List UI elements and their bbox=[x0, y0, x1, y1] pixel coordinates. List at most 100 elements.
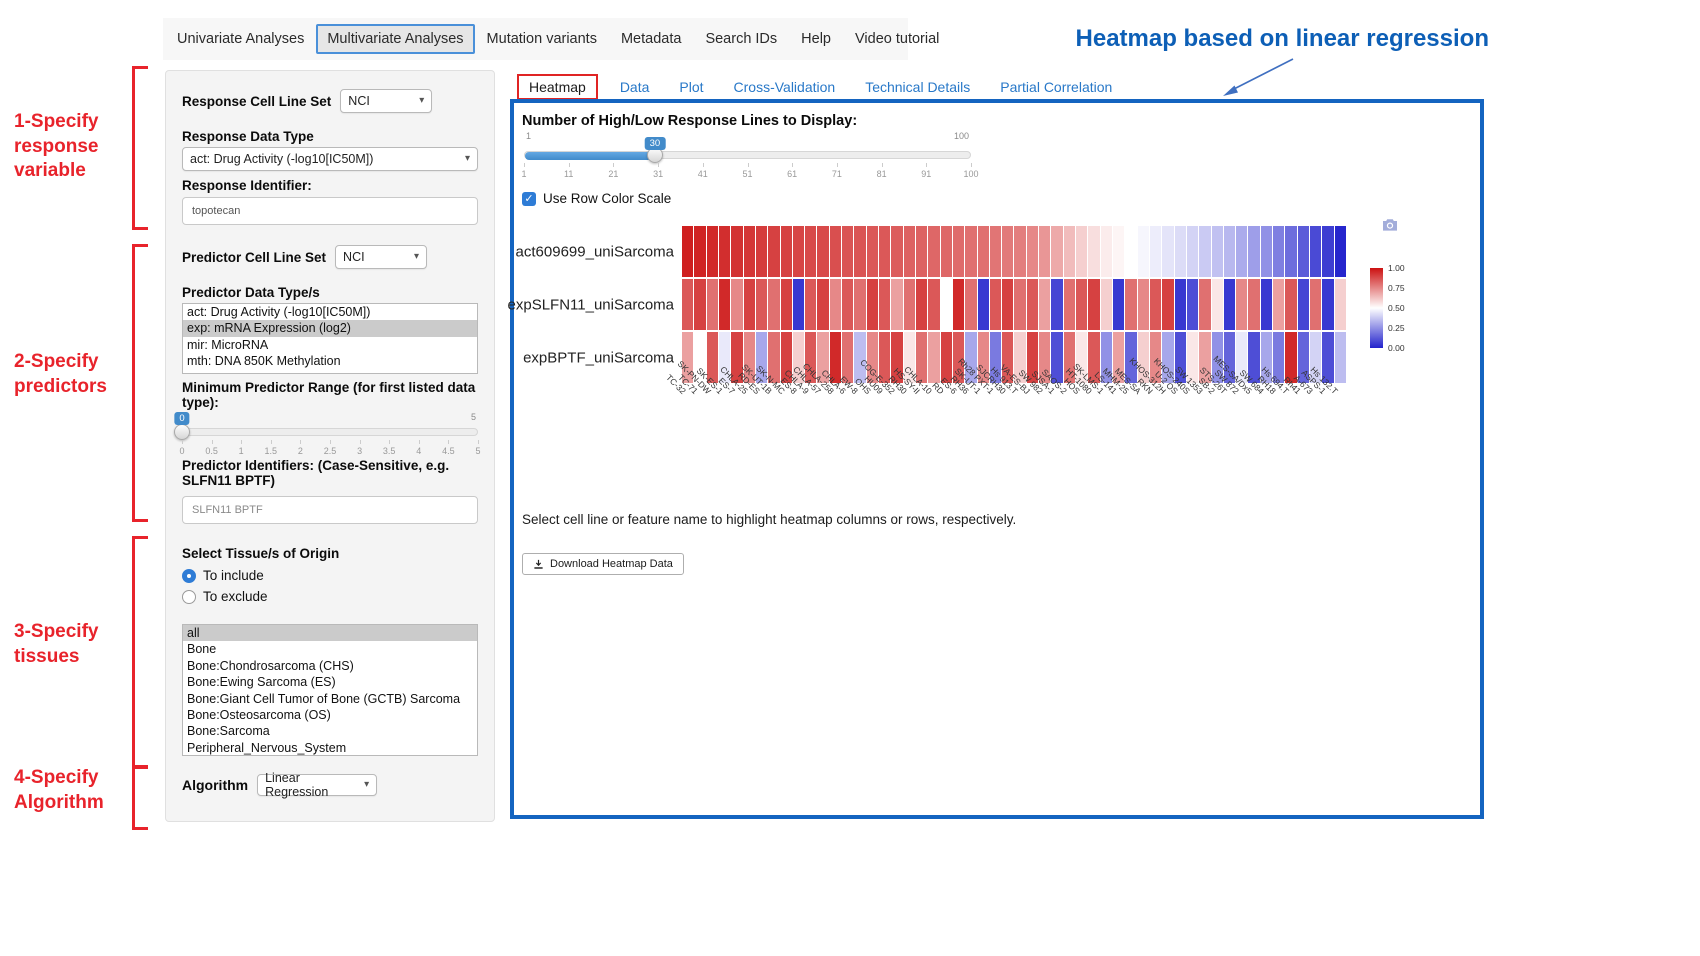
heatmap-cell[interactable] bbox=[941, 226, 952, 277]
nav-item-multivariate-analyses[interactable]: Multivariate Analyses bbox=[316, 24, 474, 54]
heatmap-cell[interactable] bbox=[1187, 279, 1198, 330]
heatmap-cell[interactable] bbox=[707, 226, 718, 277]
slider-handle[interactable] bbox=[174, 424, 190, 440]
list-item[interactable]: exp: mRNA Expression (log2) bbox=[183, 320, 477, 336]
heatmap-cell[interactable] bbox=[1088, 226, 1099, 277]
heatmap-cell[interactable] bbox=[1224, 279, 1235, 330]
heatmap-cell[interactable] bbox=[1310, 226, 1321, 277]
heatmap-cell[interactable] bbox=[682, 226, 693, 277]
heatmap-cell[interactable] bbox=[941, 279, 952, 330]
heatmap-cell[interactable] bbox=[805, 279, 816, 330]
heatmap-cell[interactable] bbox=[916, 226, 927, 277]
heatmap-cell[interactable] bbox=[1261, 279, 1272, 330]
heatmap-cell[interactable] bbox=[1261, 226, 1272, 277]
list-item[interactable]: act: Drug Activity (-log10[IC50M]) bbox=[183, 304, 477, 320]
heatmap-cell[interactable] bbox=[965, 226, 976, 277]
heatmap-cell[interactable] bbox=[1298, 279, 1309, 330]
heatmap-cell[interactable] bbox=[1162, 226, 1173, 277]
heatmap-cell[interactable] bbox=[1199, 279, 1210, 330]
heatmap-cell[interactable] bbox=[891, 226, 902, 277]
list-item[interactable]: mir: MicroRNA bbox=[183, 337, 477, 353]
algorithm-select[interactable]: Linear Regression ▾ bbox=[257, 774, 377, 796]
nav-item-mutation-variants[interactable]: Mutation variants bbox=[475, 25, 609, 53]
heatmap-cell[interactable] bbox=[744, 226, 755, 277]
checkbox-checked-icon[interactable]: ✓ bbox=[522, 192, 536, 206]
heatmap-cell[interactable] bbox=[842, 226, 853, 277]
heatmap-cell[interactable] bbox=[1002, 226, 1013, 277]
nav-item-metadata[interactable]: Metadata bbox=[609, 25, 693, 53]
heatmap-cell[interactable] bbox=[1125, 279, 1136, 330]
heatmap-cell[interactable] bbox=[1125, 226, 1136, 277]
heatmap-cell[interactable] bbox=[1101, 226, 1112, 277]
heatmap-cell[interactable] bbox=[1162, 279, 1173, 330]
heatmap-row-label[interactable]: expBPTF_uniSarcoma bbox=[523, 350, 674, 367]
response-lines-slider[interactable]: 1 100 30 1112131415161718191100 bbox=[524, 131, 971, 183]
heatmap-cell[interactable] bbox=[1248, 226, 1259, 277]
heatmap-cell[interactable] bbox=[1212, 226, 1223, 277]
heatmap-cell[interactable] bbox=[891, 279, 902, 330]
heatmap-cell[interactable] bbox=[928, 279, 939, 330]
tissue-list[interactable]: allBoneBone:Chondrosarcoma (CHS)Bone:Ewi… bbox=[182, 624, 478, 756]
heatmap-cell[interactable] bbox=[1335, 226, 1346, 277]
heatmap-cell[interactable] bbox=[1285, 279, 1296, 330]
heatmap-cell[interactable] bbox=[719, 226, 730, 277]
tissue-exclude-radio[interactable]: To exclude bbox=[182, 589, 478, 604]
heatmap-cell[interactable] bbox=[1285, 226, 1296, 277]
heatmap-cell[interactable] bbox=[1051, 226, 1062, 277]
heatmap-cell[interactable] bbox=[879, 279, 890, 330]
heatmap-cell[interactable] bbox=[1014, 279, 1025, 330]
heatmap-cell[interactable] bbox=[1014, 226, 1025, 277]
nav-item-univariate-analyses[interactable]: Univariate Analyses bbox=[165, 25, 316, 53]
heatmap-cell[interactable] bbox=[1175, 279, 1186, 330]
heatmap-cell[interactable] bbox=[682, 279, 693, 330]
nav-item-video-tutorial[interactable]: Video tutorial bbox=[843, 25, 951, 53]
heatmap-cell[interactable] bbox=[1273, 226, 1284, 277]
list-item[interactable]: mth: DNA 850K Methylation bbox=[183, 353, 477, 369]
heatmap-cell[interactable] bbox=[1212, 279, 1223, 330]
nav-item-search-ids[interactable]: Search IDs bbox=[693, 25, 789, 53]
heatmap-row-label[interactable]: expSLFN11_uniSarcoma bbox=[508, 297, 674, 314]
heatmap-cell[interactable] bbox=[1088, 279, 1099, 330]
heatmap-cell[interactable] bbox=[854, 226, 865, 277]
heatmap-cell[interactable] bbox=[781, 279, 792, 330]
list-item[interactable]: Bone:Chondrosarcoma (CHS) bbox=[183, 658, 477, 674]
heatmap-cell[interactable] bbox=[731, 226, 742, 277]
heatmap-cell[interactable] bbox=[1310, 279, 1321, 330]
heatmap-cell[interactable] bbox=[990, 226, 1001, 277]
heatmap-cell[interactable] bbox=[1236, 279, 1247, 330]
predictor-identifiers-input[interactable]: SLFN11 BPTF bbox=[182, 496, 478, 524]
heatmap-cell[interactable] bbox=[805, 226, 816, 277]
heatmap-cell[interactable] bbox=[1064, 226, 1075, 277]
heatmap-cell[interactable] bbox=[965, 279, 976, 330]
heatmap-cell[interactable] bbox=[1064, 279, 1075, 330]
heatmap-cell[interactable] bbox=[928, 226, 939, 277]
heatmap-cell[interactable] bbox=[1248, 279, 1259, 330]
heatmap-cell[interactable] bbox=[793, 226, 804, 277]
heatmap-cell[interactable] bbox=[1335, 279, 1346, 330]
camera-icon[interactable] bbox=[1382, 218, 1398, 232]
heatmap-cell[interactable] bbox=[694, 226, 705, 277]
heatmap-cell[interactable] bbox=[867, 226, 878, 277]
heatmap-cell[interactable] bbox=[904, 279, 915, 330]
heatmap-cell[interactable] bbox=[1002, 279, 1013, 330]
heatmap-cell[interactable] bbox=[817, 226, 828, 277]
heatmap-cell[interactable] bbox=[1039, 279, 1050, 330]
predictor-data-type-list[interactable]: act: Drug Activity (-log10[IC50M])exp: m… bbox=[182, 303, 478, 374]
response-data-type-select[interactable]: act: Drug Activity (-log10[IC50M]) ▾ bbox=[182, 147, 478, 171]
heatmap-cell[interactable] bbox=[1039, 226, 1050, 277]
heatmap-cell[interactable] bbox=[1027, 279, 1038, 330]
use-row-color-scale-checkbox[interactable]: ✓ Use Row Color Scale bbox=[522, 191, 1470, 206]
heatmap-cell[interactable] bbox=[1076, 226, 1087, 277]
heatmap-cell[interactable] bbox=[990, 279, 1001, 330]
tissue-include-radio[interactable]: To include bbox=[182, 568, 478, 583]
list-item[interactable]: Bone:Giant Cell Tumor of Bone (GCTB) Sar… bbox=[183, 691, 477, 707]
heatmap-cell[interactable] bbox=[1298, 226, 1309, 277]
heatmap-cell[interactable] bbox=[904, 226, 915, 277]
nav-item-help[interactable]: Help bbox=[789, 25, 843, 53]
heatmap-cell[interactable] bbox=[842, 279, 853, 330]
heatmap-cell[interactable] bbox=[830, 279, 841, 330]
heatmap-cell[interactable] bbox=[953, 226, 964, 277]
heatmap-cell[interactable] bbox=[867, 279, 878, 330]
heatmap-cell[interactable] bbox=[1138, 226, 1149, 277]
heatmap-cell[interactable] bbox=[1113, 279, 1124, 330]
